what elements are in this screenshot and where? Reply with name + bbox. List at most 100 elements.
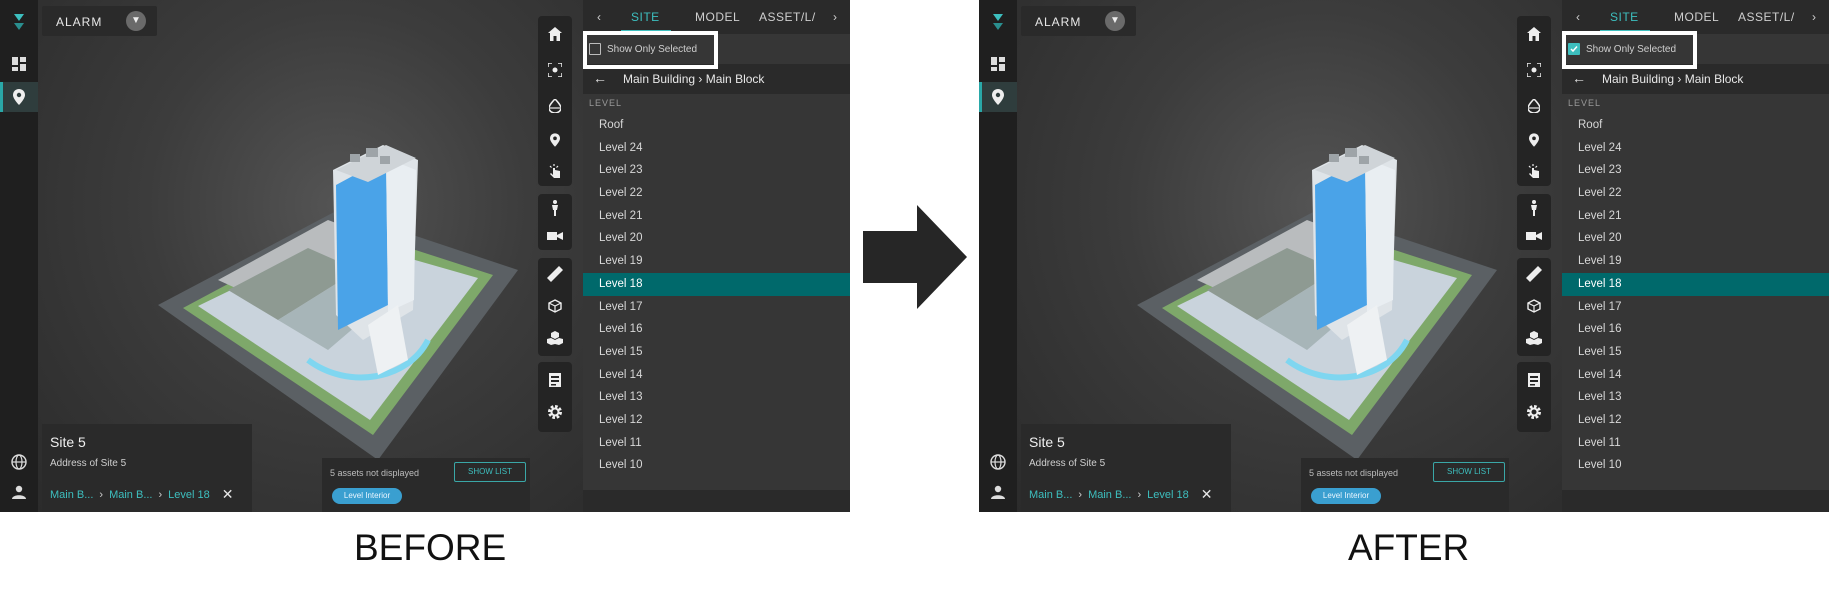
report-icon[interactable] — [545, 370, 565, 390]
globe-icon[interactable] — [988, 452, 1008, 472]
touch-icon[interactable] — [545, 161, 565, 181]
level-item[interactable]: Level 23 — [1562, 159, 1829, 182]
settings-icon[interactable] — [1524, 402, 1544, 422]
close-icon[interactable]: ✕ — [222, 486, 234, 503]
tab-model[interactable]: MODEL — [695, 10, 740, 24]
settings-icon[interactable] — [545, 402, 565, 422]
level-item[interactable]: Roof — [1562, 114, 1829, 137]
tab-model[interactable]: MODEL — [1674, 10, 1719, 24]
level-item[interactable]: Level 11 — [1562, 432, 1829, 455]
level-item[interactable]: Level 24 — [1562, 137, 1829, 160]
person-icon[interactable] — [545, 198, 565, 218]
toolbar-group-tools — [1517, 258, 1551, 356]
level-item[interactable]: Level 11 — [583, 432, 850, 455]
level-item[interactable]: Level 19 — [583, 250, 850, 273]
logo-icon[interactable] — [988, 12, 1008, 32]
level-item[interactable]: Level 18 — [1562, 272, 1829, 296]
level-item[interactable]: Level 18 — [583, 272, 850, 296]
focus-icon[interactable] — [1524, 60, 1544, 80]
level-item[interactable]: Level 10 — [583, 454, 850, 477]
cube-section-icon[interactable] — [1524, 296, 1544, 316]
report-icon[interactable] — [1524, 370, 1544, 390]
level-item[interactable]: Level 13 — [583, 386, 850, 409]
level-item[interactable]: Level 14 — [1562, 364, 1829, 387]
level-item[interactable]: Level 17 — [1562, 296, 1829, 319]
level-item[interactable]: Level 19 — [1562, 250, 1829, 273]
show-list-button[interactable]: SHOW LIST — [454, 462, 526, 482]
level-item[interactable]: Level 22 — [583, 182, 850, 205]
ruler-icon[interactable] — [1524, 264, 1544, 284]
level-item[interactable]: Roof — [583, 114, 850, 137]
cubes-icon[interactable] — [545, 328, 565, 348]
camera-icon[interactable] — [1524, 226, 1544, 246]
close-icon[interactable]: ✕ — [1201, 486, 1213, 503]
tab-asset[interactable]: ASSET/L/ — [759, 10, 816, 24]
chevron-right-icon[interactable]: › — [833, 10, 837, 24]
level-item[interactable]: Level 15 — [1562, 341, 1829, 364]
show-list-button[interactable]: SHOW LIST — [1433, 462, 1505, 482]
level-item[interactable]: Level 24 — [583, 137, 850, 160]
level-item[interactable]: Level 23 — [583, 159, 850, 182]
dashboard-icon[interactable] — [9, 54, 29, 74]
level-item[interactable]: Level 22 — [1562, 182, 1829, 205]
location-pin-icon[interactable] — [9, 87, 29, 107]
chevron-down-icon[interactable]: ▼ — [126, 11, 146, 31]
globe-icon[interactable] — [9, 452, 29, 472]
level-item[interactable]: Level 10 — [1562, 454, 1829, 477]
chevron-left-icon[interactable]: ‹ — [597, 10, 601, 24]
touch-icon[interactable] — [1524, 161, 1544, 181]
person-icon[interactable] — [1524, 198, 1544, 218]
tab-site[interactable]: SITE — [631, 10, 660, 24]
tab-asset[interactable]: ASSET/L/ — [1738, 10, 1795, 24]
level-item[interactable]: Level 20 — [1562, 227, 1829, 250]
logo-icon[interactable] — [9, 12, 29, 32]
path-block[interactable]: Main Block — [706, 72, 765, 86]
breadcrumb-building[interactable]: Main B... — [1029, 489, 1072, 501]
level-item[interactable]: Level 20 — [583, 227, 850, 250]
level-interior-chip[interactable]: Level Interior — [1311, 488, 1381, 504]
tab-site[interactable]: SITE — [1610, 10, 1639, 24]
breadcrumb-block[interactable]: Main B... — [109, 489, 152, 501]
camera-icon[interactable] — [545, 226, 565, 246]
toolbar-group-navigation — [538, 16, 572, 186]
chevron-right-icon[interactable]: › — [1812, 10, 1816, 24]
alarm-dropdown[interactable]: ALARM ▼ — [42, 6, 157, 36]
level-item[interactable]: Level 16 — [583, 318, 850, 341]
back-arrow-icon[interactable]: ← — [1572, 70, 1586, 86]
breadcrumb-block[interactable]: Main B... — [1088, 489, 1131, 501]
level-item[interactable]: Level 15 — [583, 341, 850, 364]
home-icon[interactable] — [545, 24, 565, 44]
focus-icon[interactable] — [545, 60, 565, 80]
ruler-icon[interactable] — [545, 264, 565, 284]
user-icon[interactable] — [988, 482, 1008, 502]
drop-icon[interactable] — [545, 96, 565, 116]
path-building[interactable]: Main Building — [1602, 72, 1674, 86]
level-item[interactable]: Level 16 — [1562, 318, 1829, 341]
cubes-icon[interactable] — [1524, 328, 1544, 348]
user-icon[interactable] — [9, 482, 29, 502]
level-item[interactable]: Level 17 — [583, 296, 850, 319]
level-item[interactable]: Level 13 — [1562, 386, 1829, 409]
location-pin-icon[interactable] — [988, 87, 1008, 107]
chevron-down-icon[interactable]: ▼ — [1105, 11, 1125, 31]
path-block[interactable]: Main Block — [1685, 72, 1744, 86]
drop-icon[interactable] — [1524, 96, 1544, 116]
back-arrow-icon[interactable]: ← — [593, 70, 607, 86]
breadcrumb-building[interactable]: Main B... — [50, 489, 93, 501]
breadcrumb-level[interactable]: Level 18 — [1147, 489, 1189, 501]
alarm-dropdown[interactable]: ALARM ▼ — [1021, 6, 1136, 36]
level-item[interactable]: Level 12 — [583, 409, 850, 432]
level-item[interactable]: Level 14 — [583, 364, 850, 387]
pin-icon[interactable] — [1524, 130, 1544, 150]
chevron-left-icon[interactable]: ‹ — [1576, 10, 1580, 24]
level-item[interactable]: Level 12 — [1562, 409, 1829, 432]
level-item[interactable]: Level 21 — [583, 205, 850, 228]
pin-icon[interactable] — [545, 130, 565, 150]
dashboard-icon[interactable] — [988, 54, 1008, 74]
breadcrumb-level[interactable]: Level 18 — [168, 489, 210, 501]
path-building[interactable]: Main Building — [623, 72, 695, 86]
cube-section-icon[interactable] — [545, 296, 565, 316]
level-interior-chip[interactable]: Level Interior — [332, 488, 402, 504]
home-icon[interactable] — [1524, 24, 1544, 44]
level-item[interactable]: Level 21 — [1562, 205, 1829, 228]
